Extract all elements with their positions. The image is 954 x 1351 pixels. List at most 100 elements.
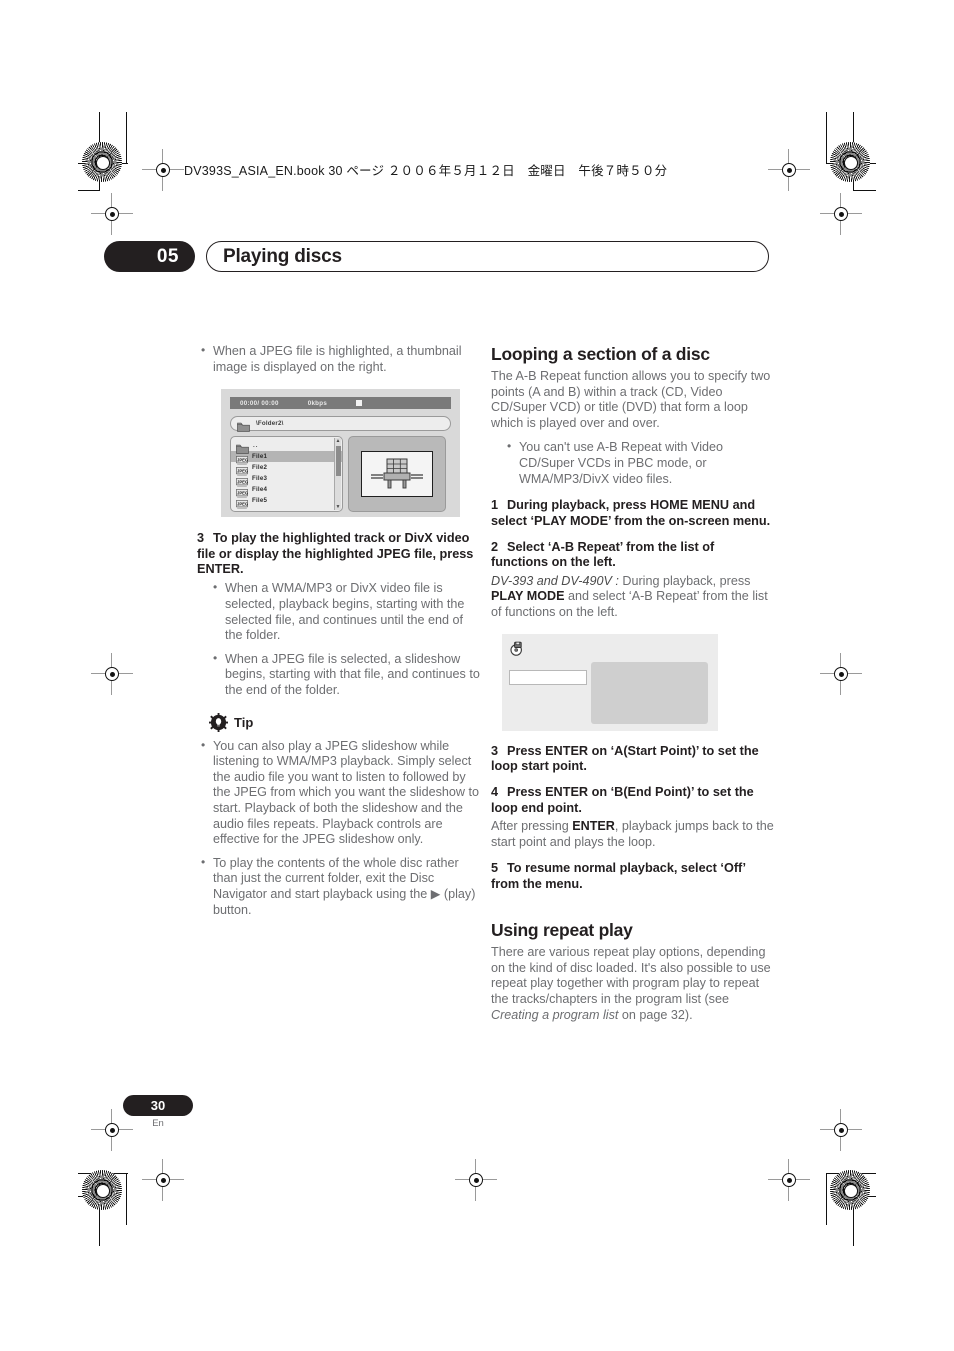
print-rosette-bottom-left bbox=[82, 1170, 122, 1210]
tip-label: Tip bbox=[234, 714, 254, 730]
section-heading-repeat-play: Using repeat play bbox=[491, 920, 633, 941]
trim-mark-bottom-right-v bbox=[826, 1173, 828, 1225]
registration-target-mid-right bbox=[820, 653, 862, 695]
trim-mark-top-left-v bbox=[126, 112, 128, 164]
registration-target-lower-right bbox=[820, 1109, 862, 1151]
cross-reference-title: Creating a program list bbox=[491, 1007, 619, 1022]
chevron-up-icon[interactable]: ▲ bbox=[336, 438, 341, 444]
paragraph-text-b: on page 32). bbox=[618, 1007, 693, 1022]
print-rosette-top-right bbox=[830, 142, 870, 182]
note-text-a: During playback, press bbox=[618, 573, 751, 588]
registration-target-upper-right bbox=[820, 193, 862, 235]
note-text-a: After pressing bbox=[491, 819, 573, 834]
scrollbar-thumb[interactable] bbox=[336, 446, 341, 477]
svg-text:JPEG: JPEG bbox=[237, 491, 248, 496]
jpeg-file-icon: JPEG bbox=[236, 496, 248, 509]
registration-target-upper-left bbox=[91, 193, 133, 235]
osd-bitrate-display: 0kbps bbox=[307, 399, 328, 407]
step-4-heading: 4 Press ENTER on ‘B(End Point)’ to set th… bbox=[491, 785, 774, 816]
step-3-heading: 3 To play the highlighted track or DivX v… bbox=[197, 531, 480, 577]
step-number: 2 bbox=[491, 539, 499, 554]
tip-bullets: You can also play a JPEG slideshow while… bbox=[197, 738, 480, 919]
osd-file-name: File3 bbox=[252, 475, 268, 483]
play-mode-keyword: PLAY MODE bbox=[491, 589, 565, 604]
left-intro-bullets: When a JPEG file is highlighted, a thumb… bbox=[197, 343, 480, 375]
osd-time-display: 00:00/ 00:00 bbox=[240, 399, 279, 407]
section-looping-paragraph: The A-B Repeat function allows you to sp… bbox=[491, 369, 771, 430]
play-mode-selected-field[interactable] bbox=[509, 669, 587, 685]
list-item[interactable]: JPEG File1 bbox=[231, 451, 342, 465]
step-text: To play the highlighted track or DivX vi… bbox=[197, 531, 474, 576]
osd-file-name: File2 bbox=[252, 464, 268, 472]
step-2-model-note: DV-393 and DV-490V : During playback, pr… bbox=[491, 574, 774, 621]
jpeg-file-icon: JPEG bbox=[236, 485, 248, 498]
folder-icon bbox=[237, 419, 250, 432]
enter-keyword: ENTER bbox=[572, 819, 615, 834]
list-item: You can't use A-B Repeat with Video CD/S… bbox=[503, 439, 774, 487]
step-text: To resume normal playback, select ‘Off’ … bbox=[491, 861, 746, 891]
trim-mark-top-right-v bbox=[826, 112, 828, 164]
step-number: 5 bbox=[491, 861, 499, 876]
svg-text:JPEG: JPEG bbox=[237, 469, 248, 474]
section-repeat-play-paragraph: There are various repeat play options, d… bbox=[491, 945, 774, 1023]
osd-file-list[interactable]: .. JPEG File1 JPEG File2 JPEG File3 JPEG… bbox=[230, 436, 343, 513]
print-rosette-bottom-right bbox=[830, 1170, 870, 1210]
chapter-header: 05 Playing discs bbox=[104, 241, 769, 272]
model-names: DV-393 and DV-490V : bbox=[491, 573, 619, 588]
page-number: 30 bbox=[150, 1098, 166, 1113]
step-text: Select ‘A-B Repeat’ from the list of fun… bbox=[491, 539, 715, 570]
step-number: 1 bbox=[491, 498, 499, 513]
list-item: When a JPEG file is highlighted, a thumb… bbox=[197, 343, 480, 375]
osd-thumbnail-pane bbox=[348, 436, 446, 513]
osd-current-path: \Folder2\ bbox=[256, 420, 284, 428]
osd-status-bar: 00:00/ 00:00 0kbps bbox=[230, 397, 451, 410]
left-column: When a JPEG file is highlighted, a thumb… bbox=[197, 343, 480, 929]
registration-target-top-right bbox=[768, 149, 810, 191]
osd-file-name: File4 bbox=[252, 486, 268, 494]
registration-target-bottom-center bbox=[455, 1159, 497, 1201]
list-item[interactable]: JPEG File2 bbox=[231, 462, 342, 476]
list-item[interactable]: JPEG File4 bbox=[231, 484, 342, 498]
page-number-badge: 30 bbox=[123, 1095, 193, 1116]
step-number: 3 bbox=[197, 531, 205, 546]
osd-path-bar: \Folder2\ bbox=[230, 416, 451, 432]
chair-photo-thumbnail bbox=[361, 451, 433, 498]
registration-target-bottom-left bbox=[142, 1159, 184, 1201]
jpeg-file-icon: JPEG bbox=[236, 452, 248, 465]
section-looping-bullets: You can't use A-B Repeat with Video CD/S… bbox=[503, 439, 774, 487]
print-rosette-top-left bbox=[82, 142, 122, 182]
list-item[interactable]: .. bbox=[231, 440, 342, 454]
jpeg-file-icon: JPEG bbox=[236, 463, 248, 476]
play-mode-disc-icon bbox=[509, 641, 525, 661]
section-heading-looping: Looping a section of a disc bbox=[491, 344, 710, 364]
list-item[interactable]: JPEG File3 bbox=[231, 473, 342, 487]
jpeg-file-icon: JPEG bbox=[236, 474, 248, 487]
trim-mark-bottom-left-v bbox=[126, 1173, 128, 1225]
tip-heading: Tip bbox=[209, 712, 480, 732]
step-number: 3 bbox=[491, 743, 499, 758]
chevron-down-icon[interactable]: ▼ bbox=[336, 504, 341, 510]
registration-target-lower-left bbox=[91, 1109, 133, 1151]
paragraph-text-a: There are various repeat play options, d… bbox=[491, 945, 771, 1006]
stop-icon bbox=[356, 400, 363, 407]
step-text: During playback, press HOME MENU and sel… bbox=[491, 498, 771, 528]
registration-target-mid-left bbox=[91, 653, 133, 695]
svg-text:JPEG: JPEG bbox=[237, 502, 248, 507]
trim-mark-top-right-h2 bbox=[853, 190, 876, 192]
play-mode-osd-screenshot bbox=[502, 633, 718, 731]
gear-tip-icon bbox=[209, 712, 228, 732]
play-mode-options-panel[interactable] bbox=[591, 661, 708, 724]
osd-lower-area: .. JPEG File1 JPEG File2 JPEG File3 JPEG… bbox=[230, 436, 451, 513]
step-2-heading: 2 Select ‘A-B Repeat’ from the list of fu… bbox=[491, 540, 774, 571]
right-column: Looping a section of a disc The A-B Repe… bbox=[491, 344, 774, 1034]
registration-target-top-left bbox=[142, 149, 184, 191]
step-number: 4 bbox=[491, 785, 499, 800]
folder-up-icon bbox=[236, 441, 249, 454]
chapter-title-bar: Playing discs bbox=[206, 241, 769, 272]
step-4-note: After pressing ENTER, playback jumps bac… bbox=[491, 819, 774, 850]
scrollbar[interactable]: ▲ ▼ bbox=[334, 438, 341, 511]
step-3-heading: 3 Press ENTER on ‘A(Start Point)’ to set … bbox=[491, 744, 774, 775]
list-item[interactable]: JPEG File5 bbox=[231, 495, 342, 509]
step-text: Press ENTER on ‘B(End Point)’ to set the… bbox=[491, 785, 754, 815]
osd-parent-entry: .. bbox=[253, 442, 259, 450]
